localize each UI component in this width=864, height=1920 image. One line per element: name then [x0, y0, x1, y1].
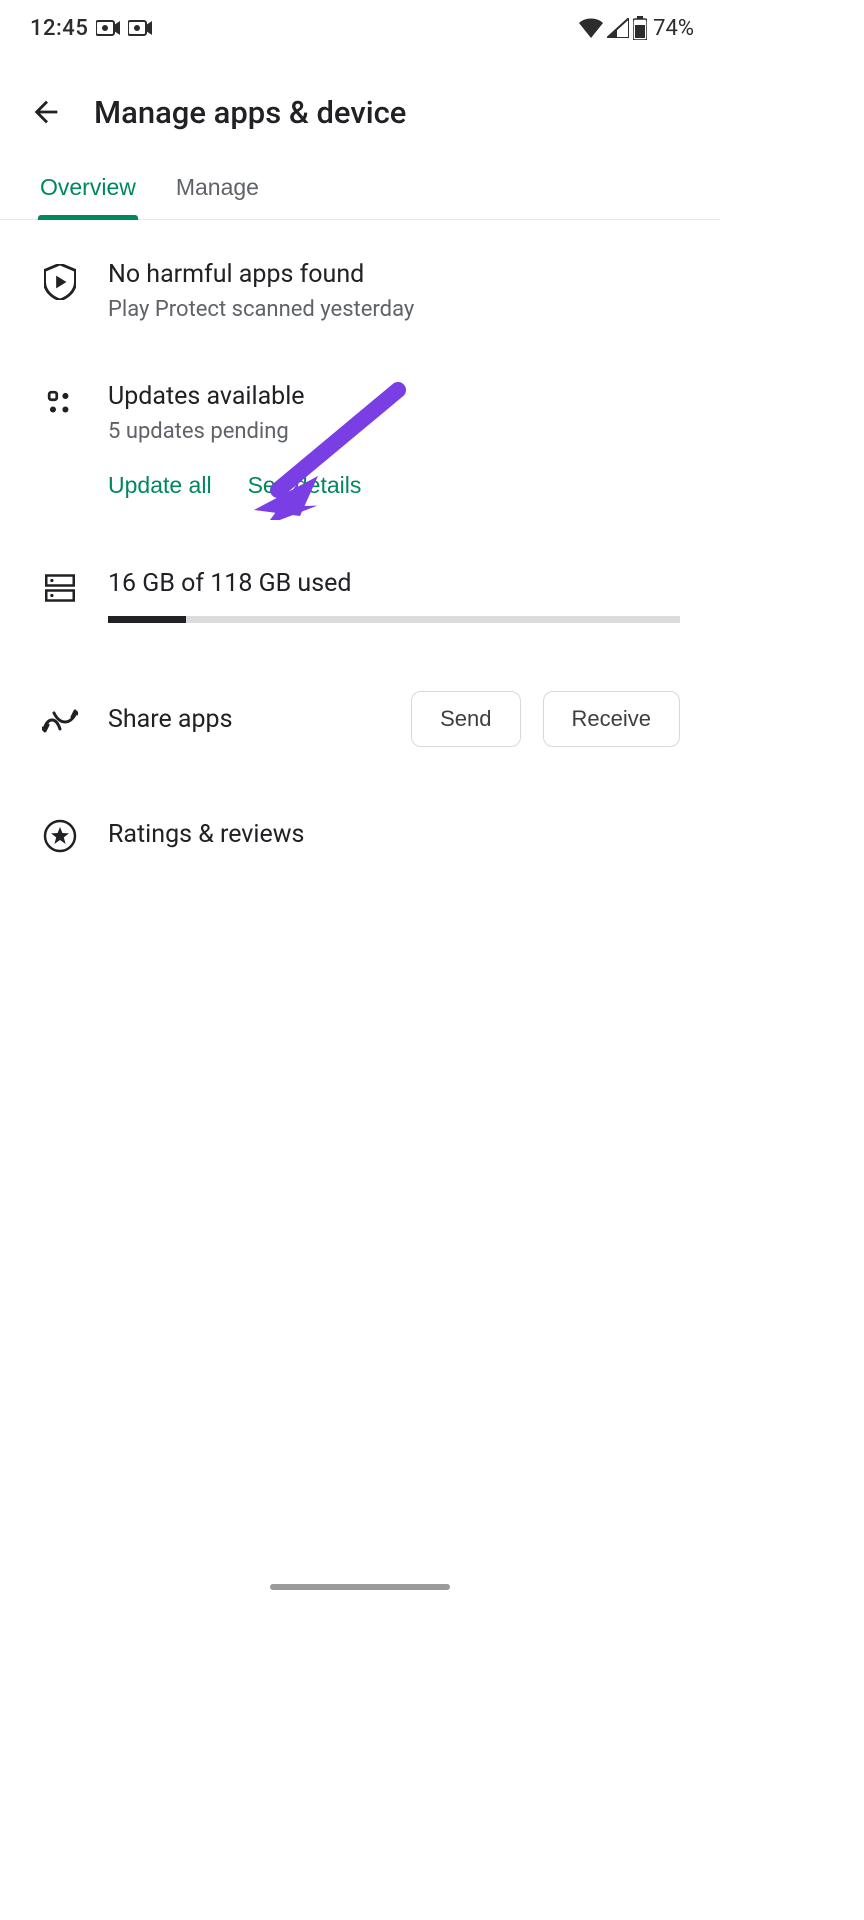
storage-fill — [108, 616, 186, 623]
play-protect-row[interactable]: No harmful apps found Play Protect scann… — [40, 220, 680, 352]
battery-percent: 74% — [653, 16, 694, 41]
storage-row[interactable]: 16 GB of 118 GB used — [40, 529, 680, 653]
app-bar: Manage apps & device — [0, 56, 720, 160]
updates-subtitle: 5 updates pending — [108, 419, 680, 444]
play-protect-subtitle: Play Protect scanned yesterday — [108, 297, 680, 322]
battery-icon — [633, 16, 647, 40]
ratings-label: Ratings & reviews — [108, 820, 304, 849]
content: No harmful apps found Play Protect scann… — [0, 220, 720, 883]
ratings-row[interactable]: Ratings & reviews — [40, 785, 680, 883]
receive-button[interactable]: Receive — [543, 691, 680, 747]
status-clock: 12:45 — [30, 16, 88, 41]
updates-row: Updates available 5 updates pending Upda… — [40, 352, 680, 529]
back-button[interactable] — [20, 86, 72, 138]
share-icon — [40, 709, 80, 733]
tab-manage[interactable]: Manage — [174, 160, 261, 219]
arrow-back-icon — [29, 95, 63, 129]
status-right: 74% — [579, 16, 694, 41]
update-all-button[interactable]: Update all — [108, 472, 212, 499]
status-bar: 12:45 74% — [0, 0, 720, 56]
shield-play-icon — [40, 264, 80, 300]
play-protect-title: No harmful apps found — [108, 260, 680, 289]
star-circle-icon — [40, 819, 80, 853]
status-left: 12:45 — [30, 16, 152, 41]
signal-icon — [607, 18, 629, 38]
see-details-button[interactable]: See details — [248, 472, 362, 499]
storage-icon — [40, 573, 80, 603]
page-title: Manage apps & device — [94, 94, 406, 131]
storage-label: 16 GB of 118 GB used — [108, 569, 680, 598]
share-apps-row: Share apps Send Receive — [40, 653, 680, 785]
storage-bar — [108, 616, 680, 623]
notification-icon-2 — [128, 19, 152, 37]
updates-title: Updates available — [108, 382, 680, 411]
wifi-icon — [579, 18, 603, 38]
tab-overview[interactable]: Overview — [38, 160, 138, 219]
share-apps-label: Share apps — [108, 705, 411, 734]
send-button[interactable]: Send — [411, 691, 520, 747]
navigation-handle[interactable] — [270, 1584, 450, 1590]
tabs: Overview Manage — [0, 160, 720, 220]
notification-icon-1 — [96, 19, 120, 37]
apps-icon — [40, 390, 80, 416]
